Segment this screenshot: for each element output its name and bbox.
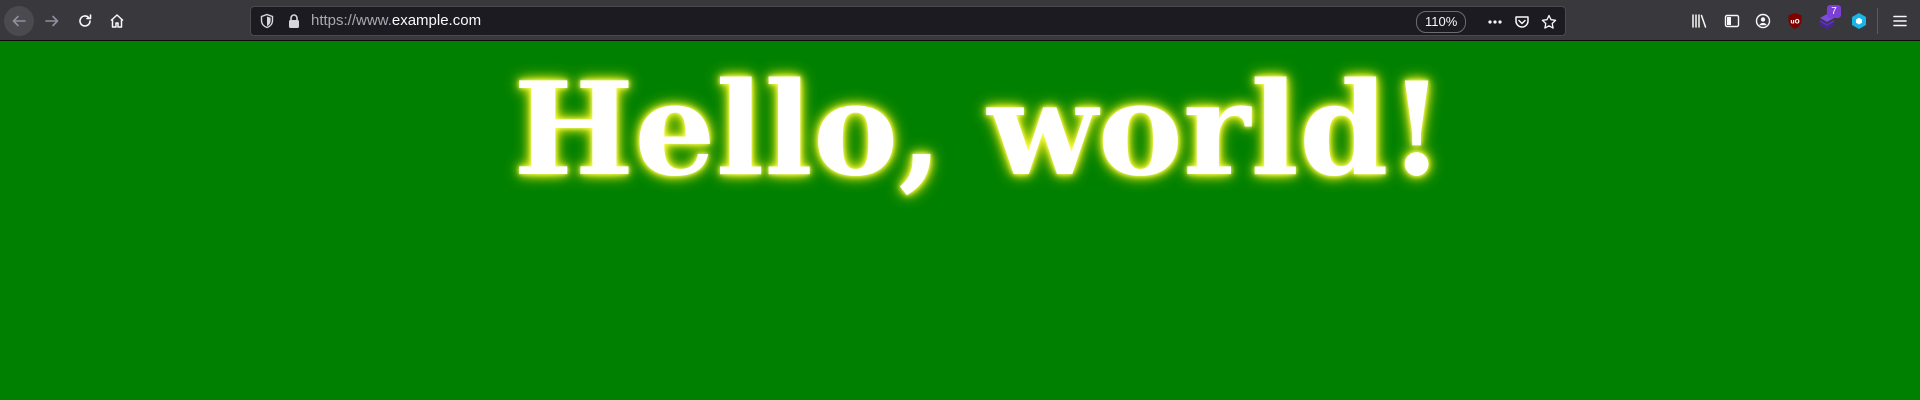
extension-blue-icon[interactable] [1847, 9, 1871, 33]
svg-text:uO: uO [1790, 19, 1799, 26]
browser-toolbar: https://www.example.com 110% uO 7 [0, 0, 1920, 41]
reload-button[interactable] [69, 5, 101, 37]
shield-icon[interactable] [259, 13, 275, 33]
page-heading: Hello, world! [513, 55, 1445, 205]
page-content: Hello, world! [0, 41, 1920, 400]
extension-badge-count: 7 [1827, 5, 1841, 18]
toolbar-divider [1877, 8, 1878, 34]
zoom-indicator[interactable]: 110% [1416, 11, 1467, 33]
account-icon[interactable] [1751, 9, 1775, 33]
lock-icon[interactable] [287, 13, 301, 33]
forward-button[interactable] [36, 5, 68, 37]
sidebar-icon[interactable] [1720, 9, 1744, 33]
forward-arrow-icon [44, 13, 60, 29]
url-domain: example.com [391, 12, 482, 29]
back-button[interactable] [4, 6, 34, 36]
hamburger-menu-icon[interactable] [1888, 9, 1912, 33]
library-icon[interactable] [1688, 9, 1712, 33]
back-arrow-icon [11, 13, 27, 29]
url-prefix: https://www. [311, 12, 392, 29]
home-icon [109, 13, 125, 29]
url-bar[interactable]: https://www.example.com 110% [250, 6, 1566, 36]
pocket-icon[interactable] [1512, 12, 1532, 32]
ublock-origin-icon[interactable]: uO [1783, 9, 1807, 33]
more-icon[interactable] [1485, 12, 1505, 32]
home-button[interactable] [101, 5, 133, 37]
reload-icon [77, 13, 93, 29]
star-icon[interactable] [1539, 12, 1559, 32]
url-text[interactable]: https://www.example.com [311, 7, 481, 35]
